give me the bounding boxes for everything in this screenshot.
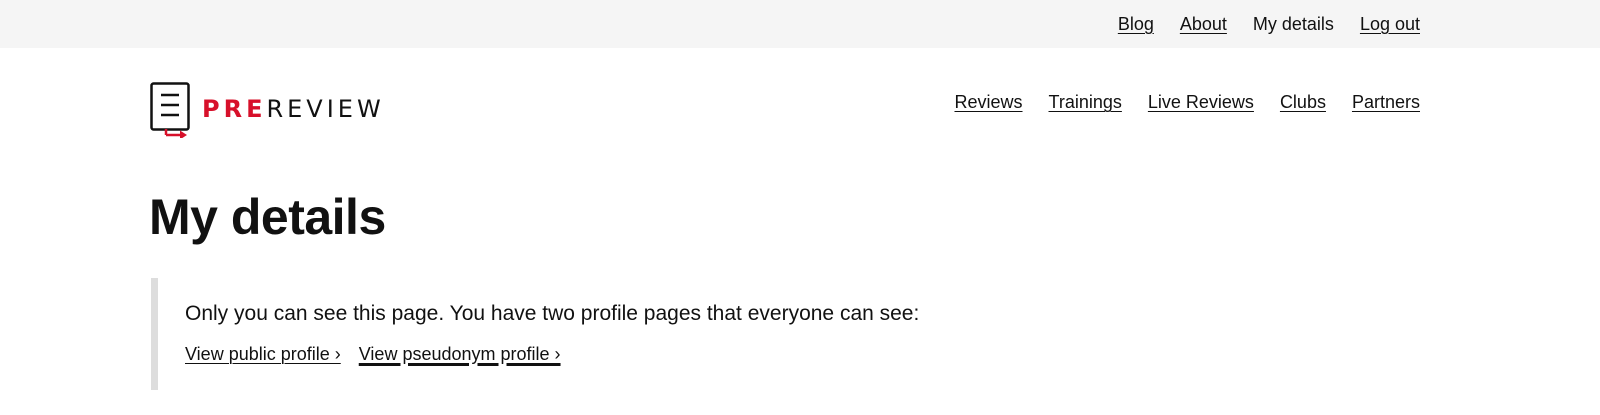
nav-link-clubs[interactable]: Clubs [1280,92,1326,113]
nav-link-log-out[interactable]: Log out [1360,14,1420,35]
secondary-nav: Blog About My details Log out [1118,0,1420,48]
nav-link-live-reviews[interactable]: Live Reviews [1148,92,1254,113]
document-arrow-icon [150,82,190,138]
view-public-profile-link[interactable]: View public profile › [185,344,341,365]
page-title: My details [149,189,386,245]
top-bar: Blog About My details Log out [0,0,1600,48]
nav-current-my-details: My details [1252,13,1334,34]
nav-link-blog[interactable]: Blog [1118,14,1154,35]
home-logo-link[interactable]: PREREVIEW [150,82,385,138]
nav-link-trainings[interactable]: Trainings [1049,92,1122,113]
nav-link-partners[interactable]: Partners [1352,92,1420,113]
profile-links: View public profile › View pseudonym pro… [185,344,561,365]
logo-review: REVIEW [266,95,385,123]
nav-link-reviews[interactable]: Reviews [954,92,1022,113]
main-nav: Reviews Trainings Live Reviews Clubs Par… [954,92,1420,113]
logo-pre: PRE [202,95,267,123]
logo-wordmark: PREREVIEW [202,97,385,121]
view-pseudonym-profile-link[interactable]: View pseudonym profile › [359,344,561,365]
nav-link-about[interactable]: About [1180,14,1227,35]
notice-text: Only you can see this page. You have two… [185,302,920,325]
notice-panel: Only you can see this page. You have two… [151,278,1158,390]
